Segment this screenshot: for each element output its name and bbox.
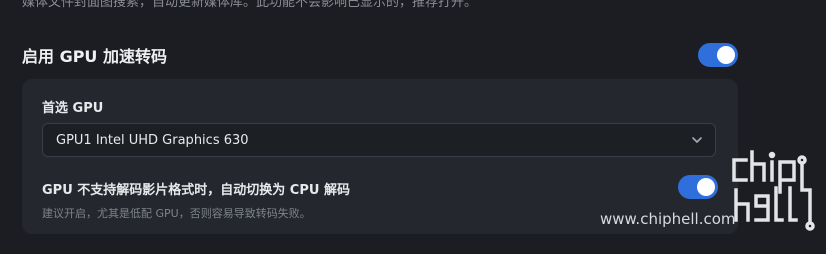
- gpu-transcode-title: 启用 GPU 加速转码: [22, 47, 167, 66]
- preferred-gpu-value: GPU1 Intel UHD Graphics 630: [56, 133, 249, 148]
- cpu-fallback-label: GPU 不支持解码影片格式时，自动切换为 CPU 解码: [42, 183, 350, 198]
- chevron-down-icon: [692, 137, 702, 143]
- cpu-fallback-hint: 建议开启，尤其是低配 GPU，否则容易导致转码失败。: [42, 207, 311, 220]
- previous-setting-description: 媒体文件封面图搜索，自动更新媒体库。此功能不会影响已显示的，推荐打开。: [22, 0, 478, 10]
- toggle-knob: [717, 46, 735, 64]
- gpu-transcode-toggle[interactable]: [698, 43, 738, 67]
- watermark: www.chiphell.com: [600, 150, 826, 240]
- chiphell-logo-icon: [732, 150, 815, 231]
- preferred-gpu-label: 首选 GPU: [42, 101, 104, 116]
- watermark-url: www.chiphell.com: [600, 210, 736, 228]
